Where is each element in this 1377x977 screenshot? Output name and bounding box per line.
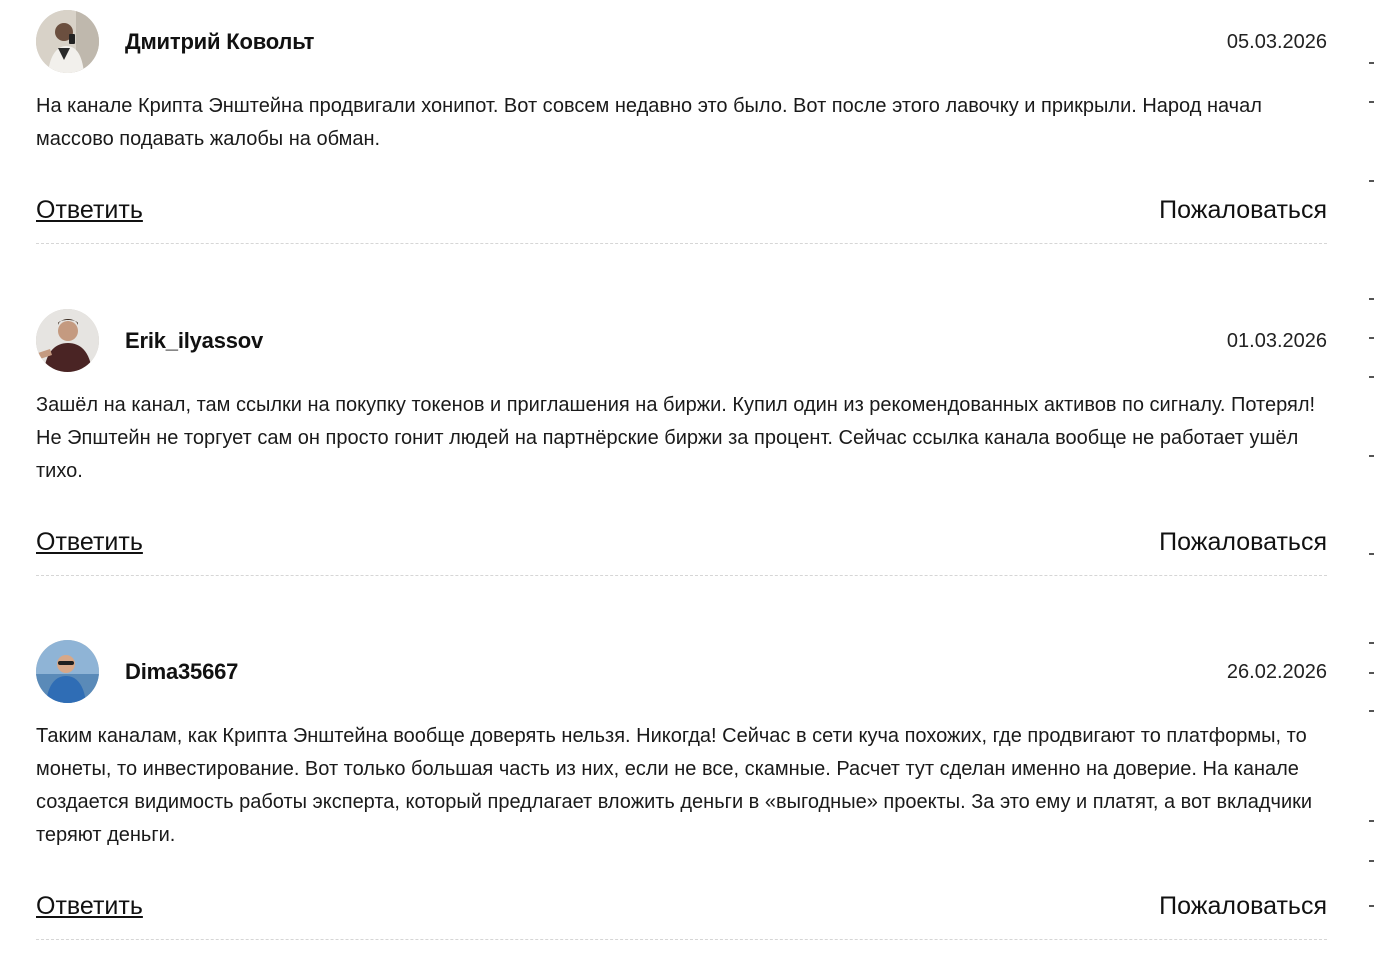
comment-date: 01.03.2026	[1226, 330, 1327, 352]
edge-glyph	[1369, 860, 1374, 862]
cut-off-sidebar-edge	[1367, 0, 1377, 977]
comment-author: Дмитрий Ковольт	[125, 29, 315, 54]
avatar[interactable]	[36, 10, 99, 73]
comment-item: Dima35667 26.02.2026 Таким каналам, как …	[36, 630, 1327, 940]
edge-glyph	[1369, 820, 1374, 822]
comment-divider	[36, 939, 1327, 940]
edge-glyph	[1369, 376, 1374, 378]
report-button[interactable]: Пожаловаться	[1159, 196, 1327, 225]
edge-glyph	[1369, 337, 1374, 339]
edge-glyph	[1369, 553, 1374, 555]
edge-glyph	[1369, 62, 1374, 64]
report-button[interactable]: Пожаловаться	[1159, 528, 1327, 557]
comment-text: Зашёл на канал, там ссылки на покупку то…	[36, 394, 1316, 482]
comment-actions: Ответить Пожаловаться	[36, 892, 1327, 928]
comment-date: 26.02.2026	[1226, 661, 1327, 683]
comment-text: Таким каналам, как Крипта Энштейна вообщ…	[36, 725, 1313, 846]
comment-item: Erik_ilyassov 01.03.2026 Зашёл на канал,…	[36, 299, 1327, 576]
comment-actions: Ответить Пожаловаться	[36, 196, 1327, 232]
edge-glyph	[1369, 455, 1374, 457]
reply-button[interactable]: Ответить	[36, 528, 143, 557]
edge-glyph	[1369, 710, 1374, 712]
comment-text: На канале Крипта Энштейна продвигали хон…	[36, 95, 1262, 150]
report-button[interactable]: Пожаловаться	[1159, 892, 1327, 921]
reply-button[interactable]: Ответить	[36, 196, 143, 225]
avatar[interactable]	[36, 309, 99, 372]
comment-author: Dima35667	[125, 659, 239, 684]
user-avatar-photo-icon	[36, 640, 99, 703]
reply-button[interactable]: Ответить	[36, 892, 143, 921]
comment-date: 05.03.2026	[1226, 31, 1327, 53]
user-avatar-photo-icon	[36, 10, 99, 73]
edge-glyph	[1369, 180, 1374, 182]
comment-header: Dima35667 26.02.2026	[36, 630, 1327, 704]
edge-glyph	[1369, 298, 1374, 300]
edge-glyph	[1369, 905, 1374, 907]
comment-item: Дмитрий Ковольт 05.03.2026 На канале Кри…	[36, 0, 1327, 244]
comment-author: Erik_ilyassov	[125, 328, 264, 353]
avatar[interactable]	[36, 640, 99, 703]
user-avatar-photo-icon	[36, 309, 99, 372]
edge-glyph	[1369, 642, 1374, 644]
comment-divider	[36, 243, 1327, 244]
comment-header: Дмитрий Ковольт 05.03.2026	[36, 0, 1327, 74]
comment-divider	[36, 575, 1327, 576]
comment-header: Erik_ilyassov 01.03.2026	[36, 299, 1327, 373]
comment-actions: Ответить Пожаловаться	[36, 528, 1327, 564]
edge-glyph	[1369, 672, 1374, 674]
edge-glyph	[1369, 101, 1374, 103]
